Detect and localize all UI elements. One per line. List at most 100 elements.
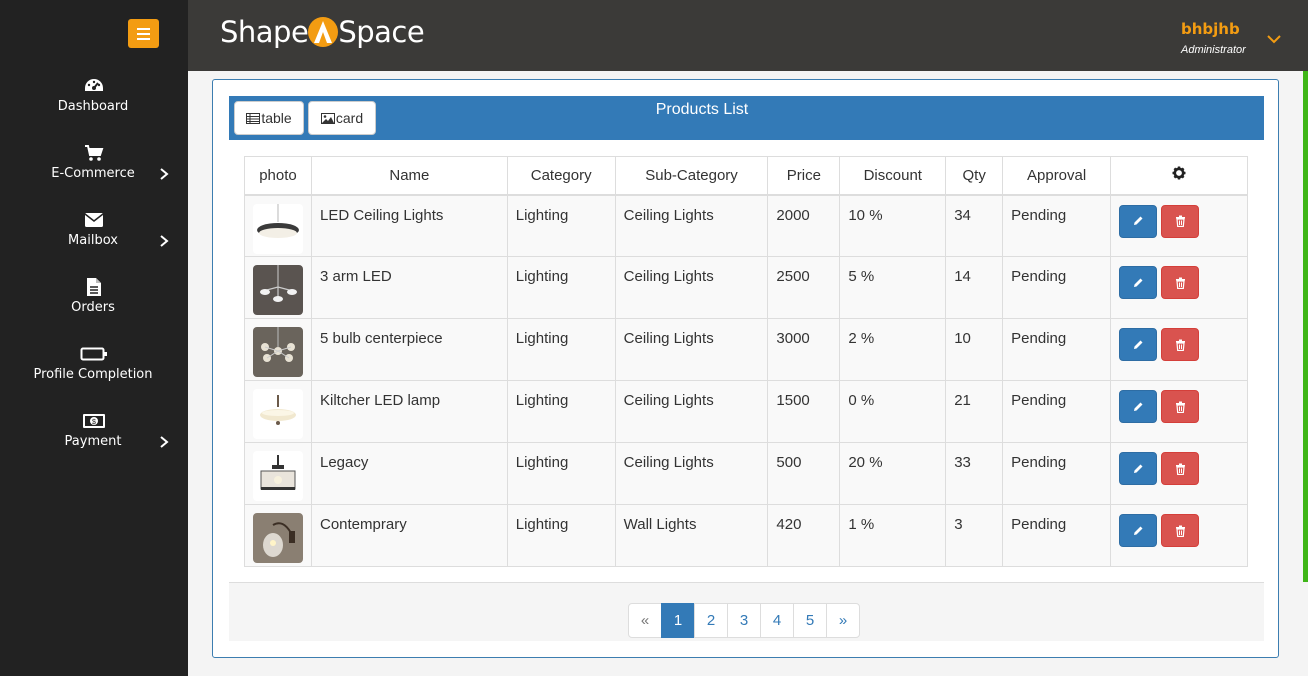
page-4[interactable]: 4 <box>760 603 794 638</box>
sidebar-item-payment[interactable]: $ Payment <box>0 409 188 476</box>
chevron-right-icon <box>160 436 169 448</box>
product-subcategory: Ceiling Lights <box>614 442 769 505</box>
pencil-icon <box>1134 278 1143 287</box>
product-discount: 2 % <box>839 318 947 381</box>
products-panel: Products List table card photo Name Cate… <box>212 79 1279 658</box>
delete-button[interactable] <box>1161 514 1200 547</box>
page-5[interactable]: 5 <box>793 603 827 638</box>
column-header[interactable]: Category <box>506 156 616 196</box>
user-info[interactable]: bhbjhb Administrator <box>1181 20 1246 56</box>
table-view-button[interactable]: table <box>234 101 304 135</box>
edit-button[interactable] <box>1119 204 1158 238</box>
actions-cell <box>1110 318 1248 381</box>
trash-icon <box>1175 277 1185 289</box>
page-prev[interactable]: « <box>628 603 662 638</box>
product-qty: 3 <box>945 504 1004 567</box>
sidebar-item-dashboard[interactable]: Dashboard <box>0 74 188 141</box>
logo-text-left: Shape <box>220 15 309 49</box>
photo-cell <box>244 256 312 319</box>
column-header[interactable]: Approval <box>1002 156 1112 196</box>
panel-heading: Products List table card <box>229 96 1264 140</box>
dashboard-icon <box>0 76 188 96</box>
photo-cell <box>244 504 312 567</box>
page-next[interactable]: » <box>826 603 860 638</box>
edit-button[interactable] <box>1119 328 1158 361</box>
column-header[interactable]: Price <box>767 156 841 196</box>
sidebar-item-label: Orders <box>71 300 115 315</box>
edit-button[interactable] <box>1119 390 1158 423</box>
sidebar-item-label: Dashboard <box>57 99 129 114</box>
photo-cell <box>244 442 312 505</box>
chevron-right-icon <box>160 235 169 247</box>
delete-button[interactable] <box>1161 204 1200 238</box>
sidebar-item-ecommerce[interactable]: E-Commerce <box>0 141 188 208</box>
table-row: 5 bulb centerpiece Lighting Ceiling Ligh… <box>244 318 1248 381</box>
product-name: Contemprary <box>311 504 508 567</box>
settings-header[interactable] <box>1110 156 1248 196</box>
product-discount: 5 % <box>839 256 947 319</box>
product-category: Lighting <box>506 194 616 257</box>
table-header-row: photo Name Category Sub-Category Price D… <box>244 156 1248 196</box>
pencil-icon <box>1134 402 1143 411</box>
edit-button[interactable] <box>1119 266 1158 299</box>
product-thumbnail[interactable] <box>253 203 303 254</box>
edit-button[interactable] <box>1119 452 1158 485</box>
product-discount: 10 % <box>839 194 947 257</box>
delete-button[interactable] <box>1161 390 1200 423</box>
product-thumbnail[interactable] <box>253 451 303 501</box>
product-category: Lighting <box>506 504 616 567</box>
table-row: Kiltcher LED lamp Lighting Ceiling Light… <box>244 380 1248 443</box>
trash-icon <box>1175 401 1185 413</box>
card-view-button[interactable]: card <box>308 101 376 135</box>
sidebar-item-profile-completion[interactable]: Profile Completion <box>0 342 188 409</box>
gear-icon <box>1172 166 1186 180</box>
page-3[interactable]: 3 <box>727 603 761 638</box>
product-thumbnail[interactable] <box>253 327 303 377</box>
pencil-icon <box>1134 340 1143 349</box>
column-header[interactable]: Discount <box>839 156 947 196</box>
product-thumbnail[interactable] <box>253 389 303 439</box>
product-discount: 1 % <box>839 504 947 567</box>
sidebar-item-orders[interactable]: Orders <box>0 275 188 342</box>
actions-cell <box>1110 504 1248 567</box>
actions-cell <box>1110 442 1248 505</box>
delete-button[interactable] <box>1161 328 1200 361</box>
brand-logo[interactable]: Shape Space <box>220 12 425 52</box>
product-price: 420 <box>767 504 841 567</box>
products-table: photo Name Category Sub-Category Price D… <box>244 156 1248 567</box>
actions-cell <box>1110 194 1248 257</box>
column-header[interactable]: Qty <box>945 156 1004 196</box>
delete-button[interactable] <box>1161 452 1200 485</box>
product-name: Legacy <box>311 442 508 505</box>
product-thumbnail[interactable] <box>253 265 303 315</box>
delete-button[interactable] <box>1161 266 1200 299</box>
menu-toggle-button[interactable] <box>128 19 159 48</box>
trash-icon <box>1175 463 1185 475</box>
product-approval: Pending <box>1002 380 1112 443</box>
trash-icon <box>1175 525 1185 537</box>
sidebar-item-label: Profile Completion <box>33 367 153 382</box>
product-price: 1500 <box>767 380 841 443</box>
product-thumbnail[interactable] <box>253 513 303 563</box>
trash-icon <box>1175 339 1185 351</box>
table-row: 3 arm LED Lighting Ceiling Lights 2500 5… <box>244 256 1248 319</box>
panel-footer: « 1 2 3 4 5 » <box>229 582 1264 641</box>
product-subcategory: Ceiling Lights <box>614 380 769 443</box>
product-discount: 20 % <box>839 442 947 505</box>
product-category: Lighting <box>506 442 616 505</box>
table-row: LED Ceiling Lights Lighting Ceiling Ligh… <box>244 194 1248 257</box>
product-name: 3 arm LED <box>311 256 508 319</box>
photo-cell <box>244 194 312 257</box>
column-header[interactable]: Name <box>311 156 508 196</box>
edit-button[interactable] <box>1119 514 1158 547</box>
actions-cell <box>1110 256 1248 319</box>
pencil-icon <box>1134 216 1143 225</box>
sidebar-item-mailbox[interactable]: Mailbox <box>0 208 188 275</box>
chevron-down-icon[interactable] <box>1266 33 1282 45</box>
card-view-label: card <box>335 110 364 126</box>
photo-cell <box>244 318 312 381</box>
page-1[interactable]: 1 <box>661 603 695 638</box>
scrollbar[interactable] <box>1303 71 1308 582</box>
page-2[interactable]: 2 <box>694 603 728 638</box>
column-header[interactable]: Sub-Category <box>614 156 769 196</box>
